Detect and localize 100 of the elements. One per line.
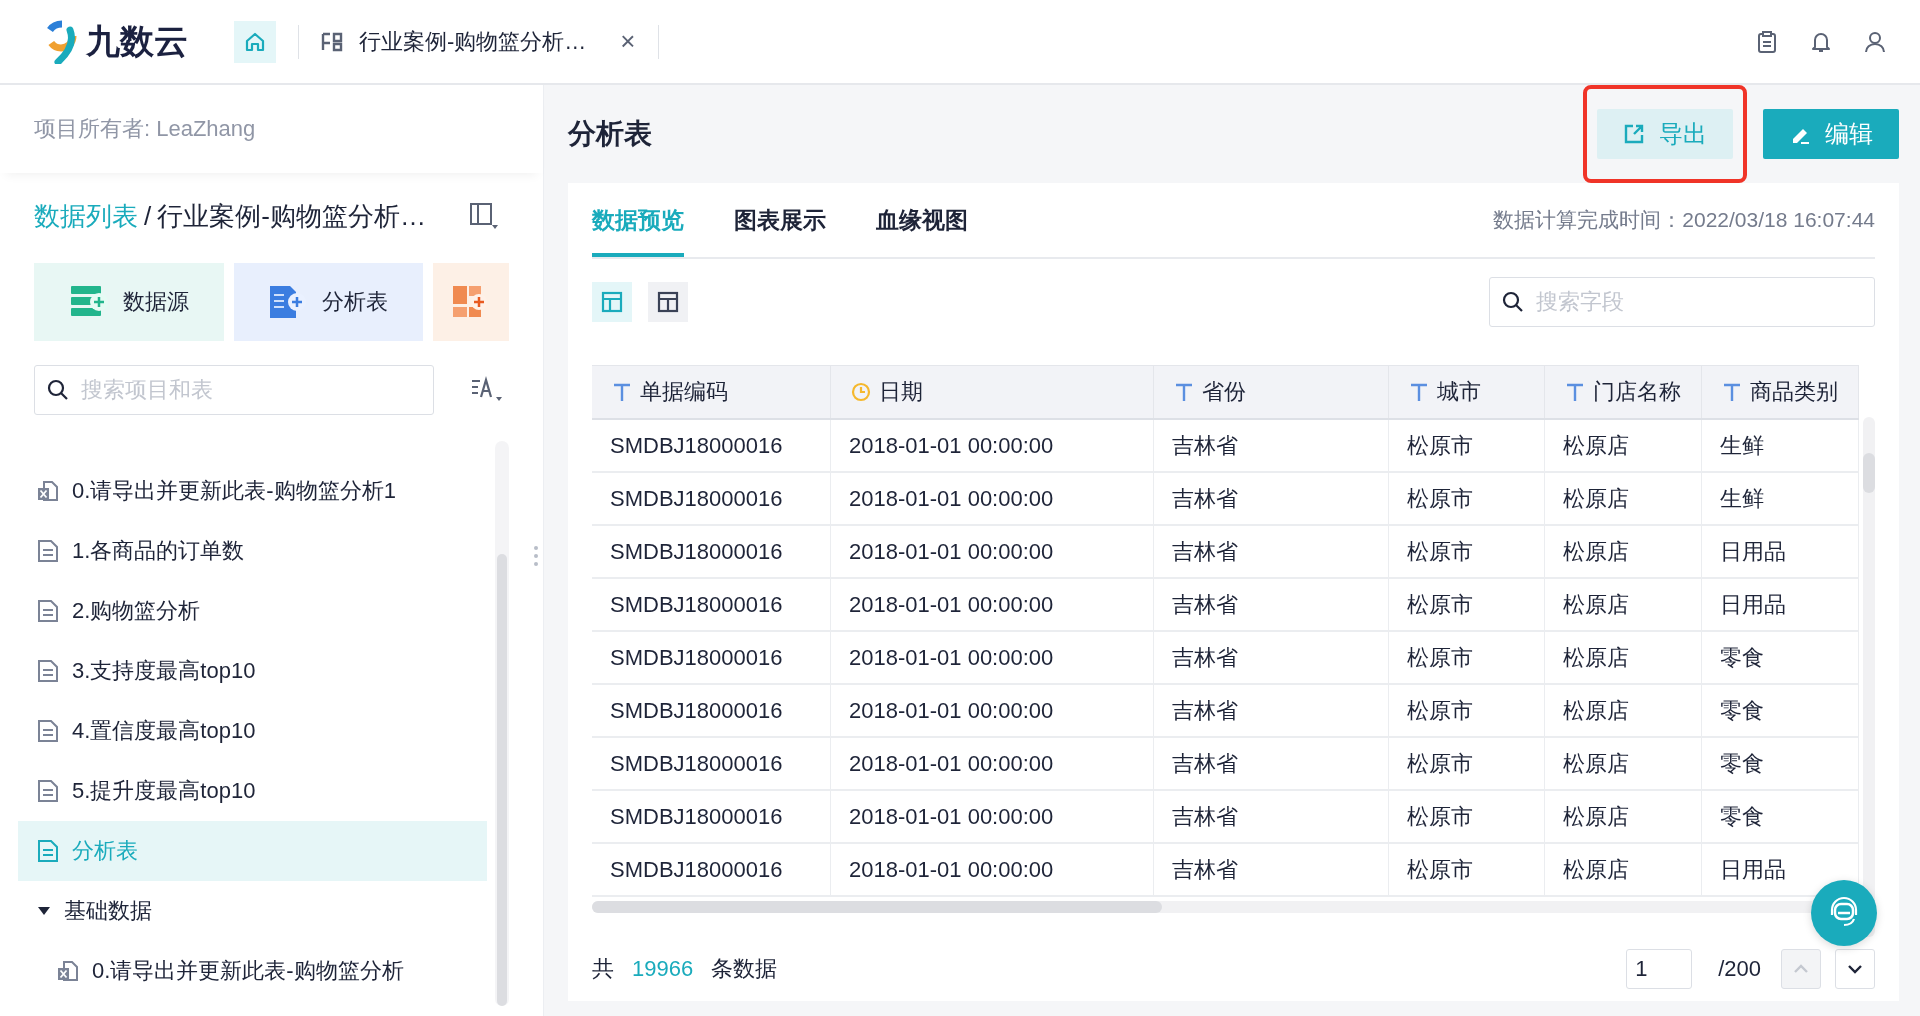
table-cell: 松原店 (1545, 685, 1702, 736)
table-cell: 吉林省 (1154, 791, 1389, 842)
table-cell: SMDBJ18000016 (592, 791, 831, 842)
tree-item[interactable]: 1.各商品的订单数 (18, 521, 487, 581)
user-icon[interactable] (1864, 29, 1886, 54)
column-header[interactable]: 商品类别 (1702, 366, 1859, 418)
tree-item[interactable]: 4.置信度最高top10 (18, 701, 487, 761)
table-cell: 吉林省 (1154, 632, 1389, 683)
table-cell: 零食 (1702, 632, 1859, 683)
home-button[interactable] (234, 20, 276, 63)
tree-item-label: 基础数据 (64, 897, 152, 925)
tree-item-label: 分析表 (72, 837, 138, 865)
drag-handle-icon[interactable] (533, 545, 539, 567)
table-cell: SMDBJ18000016 (592, 579, 831, 630)
table-cell: 松原店 (1545, 738, 1702, 789)
document-icon (36, 779, 60, 803)
table-cell: 松原市 (1389, 579, 1545, 630)
column-label: 门店名称 (1593, 378, 1681, 406)
column-header[interactable]: 日期 (831, 366, 1154, 418)
column-header[interactable]: 省份 (1154, 366, 1389, 418)
clipboard-icon[interactable] (1756, 29, 1778, 54)
search-field[interactable]: 搜索字段 (1489, 277, 1875, 327)
tree-item-label: 3.支持度最高top10 (72, 657, 256, 685)
total-count: 19966 (632, 956, 694, 982)
document-tab[interactable]: 行业案例-购物篮分析… × (321, 26, 636, 57)
text-type-icon (612, 382, 632, 402)
table-cell: 2018-01-01 00:00:00 (831, 473, 1154, 524)
add-datasource-button[interactable]: 数据源 (34, 263, 224, 341)
table-cell: 生鲜 (1702, 473, 1859, 524)
total-label: 共 (592, 955, 614, 983)
search-field[interactable]: 搜索项目和表 (34, 365, 434, 415)
previous-page-button[interactable] (1781, 949, 1821, 989)
text-type-icon (1409, 382, 1429, 402)
scrollbar-thumb[interactable] (592, 901, 1163, 913)
table-cell: 日用品 (1702, 526, 1859, 577)
table-cell: 吉林省 (1154, 420, 1389, 471)
table-cell: 2018-01-01 00:00:00 (831, 632, 1154, 683)
tree-item[interactable]: 0.请导出并更新此表-购物篮分析1 (18, 461, 487, 521)
document-icon (36, 599, 60, 623)
add-analysis-button[interactable]: 分析表 (233, 263, 424, 341)
table-cell: 松原市 (1389, 791, 1545, 842)
table-cell: 吉林省 (1154, 473, 1389, 524)
table-cell: 松原店 (1545, 526, 1702, 577)
page-input[interactable]: 1 (1626, 949, 1693, 989)
scrollbar[interactable] (1863, 417, 1875, 937)
view-tab[interactable]: 图表展示 (734, 183, 826, 257)
table-cell: 松原市 (1389, 632, 1545, 683)
table-cell: 松原市 (1389, 473, 1545, 524)
view-tab[interactable]: 血缘视图 (876, 183, 968, 257)
folder-item[interactable]: 基础数据 (18, 881, 487, 941)
table-cell: 松原店 (1545, 844, 1702, 895)
document-icon (36, 659, 60, 683)
tree-item[interactable]: 5.提升度最高top10 (18, 761, 487, 821)
search-icon (1501, 290, 1525, 314)
column-label: 商品类别 (1750, 378, 1838, 406)
tree-item-label: 5.提升度最高top10 (72, 777, 256, 805)
column-label: 日期 (879, 378, 923, 406)
table-cell: 松原市 (1389, 420, 1545, 471)
tree-item[interactable]: 3.支持度最高top10 (18, 641, 487, 701)
table-view-icon[interactable] (592, 282, 632, 322)
table-cell: 松原店 (1545, 791, 1702, 842)
add-dashboard-button[interactable] (433, 263, 509, 341)
table-cell: 2018-01-01 00:00:00 (831, 791, 1154, 842)
table-cell: 松原店 (1545, 579, 1702, 630)
spreadsheet-file-icon (36, 479, 60, 503)
grid-view-icon[interactable] (648, 282, 688, 322)
table-cell: 日用品 (1702, 579, 1859, 630)
computed-time: 数据计算完成时间：2022/03/18 16:07:44 (1493, 207, 1875, 233)
tree-item-label: 0.请导出并更新此表-购物篮分析1 (72, 477, 396, 505)
column-header[interactable]: 单据编码 (592, 366, 831, 418)
table-cell: SMDBJ18000016 (592, 473, 831, 524)
clock-icon (851, 382, 871, 402)
panel-layout-icon[interactable] (469, 201, 499, 231)
column-label: 城市 (1437, 378, 1481, 406)
table-cell: SMDBJ18000016 (592, 844, 831, 895)
document-icon (36, 719, 60, 743)
column-label: 单据编码 (640, 378, 728, 406)
breadcrumb-current: 行业案例-购物篮分析… (157, 199, 426, 233)
next-page-button[interactable] (1835, 949, 1875, 989)
scrollbar[interactable] (495, 441, 509, 1006)
table-cell: 2018-01-01 00:00:00 (831, 420, 1154, 471)
column-header[interactable]: 门店名称 (1545, 366, 1702, 418)
table-cell: SMDBJ18000016 (592, 632, 831, 683)
table-cell: SMDBJ18000016 (592, 685, 831, 736)
table-cell: 生鲜 (1702, 420, 1859, 471)
spreadsheet-file-icon (56, 959, 80, 983)
export-icon (1623, 123, 1645, 145)
table-cell: 松原市 (1389, 526, 1545, 577)
table-cell: 吉林省 (1154, 738, 1389, 789)
table-cell: SMDBJ18000016 (592, 526, 831, 577)
close-icon[interactable]: × (620, 26, 636, 57)
document-icon (36, 539, 60, 563)
tree-item[interactable]: 0.请导出并更新此表-购物篮分析 (18, 941, 487, 1001)
tree-item[interactable]: 2.购物篮分析 (18, 581, 487, 641)
column-label: 省份 (1202, 378, 1246, 406)
table-cell: 2018-01-01 00:00:00 (831, 579, 1154, 630)
table-cell: 松原市 (1389, 685, 1545, 736)
text-type-icon (1174, 382, 1194, 402)
document-icon (36, 839, 60, 863)
column-header[interactable]: 城市 (1389, 366, 1545, 418)
